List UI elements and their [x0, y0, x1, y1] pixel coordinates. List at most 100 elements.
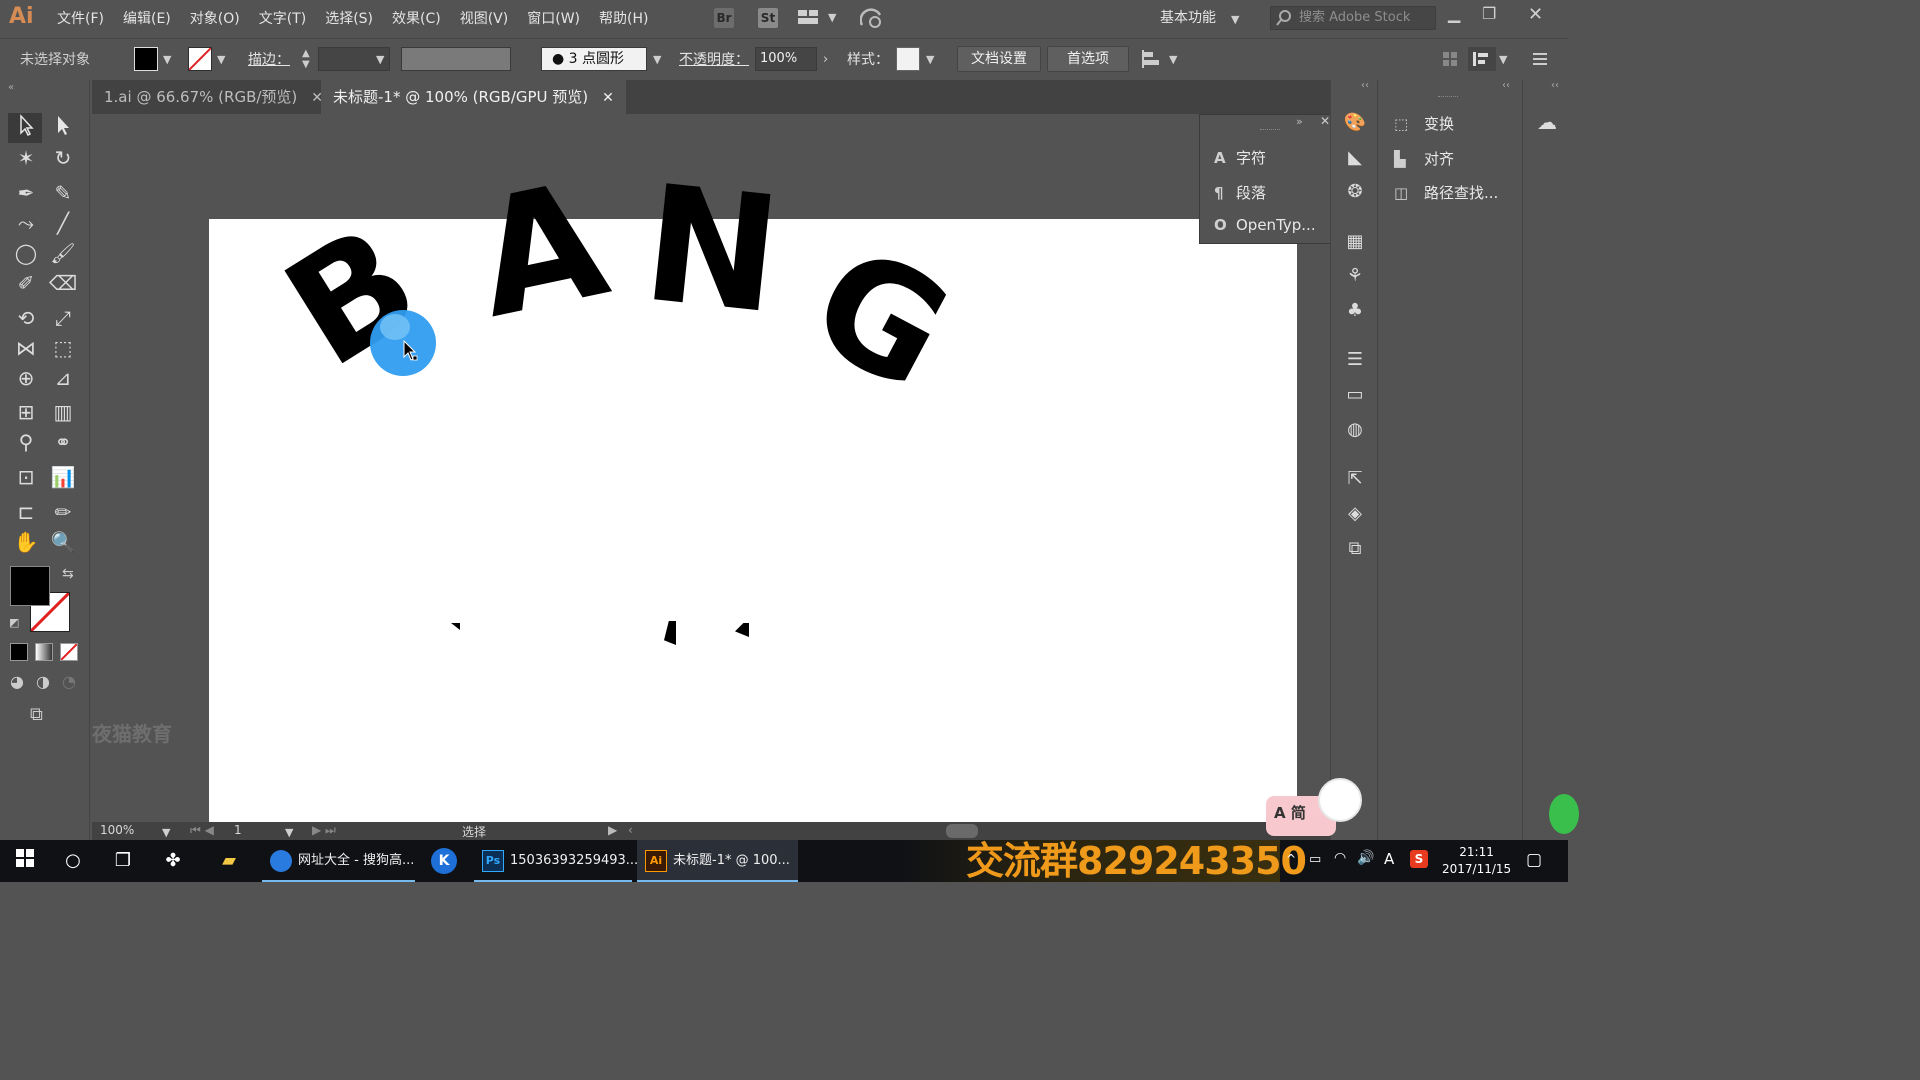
scroll-left-icon[interactable]: ‹ [628, 823, 633, 837]
lasso-tool-icon[interactable]: ↻ [48, 144, 78, 172]
rotate-tool-icon[interactable]: ⟲ [11, 304, 41, 332]
last-artboard-icon[interactable]: ▶ ⏭ [312, 823, 336, 838]
arrange-icon[interactable] [1468, 47, 1496, 71]
draw-behind-icon[interactable]: ◑ [36, 672, 50, 691]
menu-window[interactable]: 窗口(W) [527, 8, 580, 28]
swap-colors-icon[interactable]: ⇆ [62, 566, 74, 582]
default-colors-icon[interactable]: ◩ [9, 616, 19, 629]
creative-cloud-libraries-icon[interactable]: ☁ [1533, 110, 1561, 138]
chevron-down-icon[interactable]: ▼ [1231, 13, 1239, 26]
network-speed-badge[interactable] [1549, 794, 1579, 834]
gradient-mode-icon[interactable] [35, 643, 53, 661]
bridge-icon[interactable]: Br [714, 8, 734, 28]
width-tool-icon[interactable]: ⋈ [11, 334, 41, 362]
collapse-icon[interactable]: ‹‹ [1502, 80, 1510, 91]
zoom-level[interactable]: 100% [100, 823, 134, 837]
close-panel-icon[interactable]: ✕ [1320, 114, 1330, 128]
scale-tool-icon[interactable]: ⤢ [48, 304, 78, 332]
layers-icon[interactable]: ◈ [1343, 502, 1367, 526]
minimize-icon[interactable]: ▁ [1448, 4, 1460, 23]
chevron-down-icon[interactable]: ▼ [828, 11, 836, 24]
taskbar-app-illustrator[interactable]: Ai 未标题-1* @ 100... [637, 840, 798, 882]
align-selection-icon[interactable] [1141, 49, 1163, 69]
gradient-panel-icon[interactable]: ▭ [1343, 383, 1367, 407]
transparency-icon[interactable]: ◍ [1343, 418, 1367, 442]
task-view-icon[interactable]: ❐ [110, 848, 136, 874]
shaper-tool-icon[interactable]: ✐ [11, 269, 41, 297]
artboards-panel-icon[interactable]: ⧉ [1343, 537, 1367, 561]
slice-tool-icon[interactable]: ✏ [48, 498, 78, 526]
taskbar-app-sogou-browser[interactable]: 网址大全 - 搜狗高... [262, 840, 415, 882]
stock-icon[interactable]: St [758, 8, 778, 28]
menu-file[interactable]: 文件(F) [57, 8, 104, 28]
cortana-search-icon[interactable]: ○ [60, 848, 86, 874]
color-themes-icon[interactable]: ❂ [1343, 180, 1367, 204]
direct-selection-tool-icon[interactable] [48, 114, 78, 142]
stroke-panel-icon[interactable]: ☰ [1343, 348, 1367, 372]
blend-tool-icon[interactable]: ⚭ [48, 428, 78, 456]
horizontal-scrollbar[interactable] [946, 824, 978, 838]
path-fragment[interactable] [664, 621, 676, 645]
grid-view-icon[interactable] [1442, 51, 1458, 67]
art-letter-n[interactable]: N [636, 150, 789, 350]
action-center-icon[interactable]: ▢ [1526, 850, 1542, 870]
show-hidden-icons-icon[interactable]: ^ [1286, 852, 1296, 866]
expand-panel-icon[interactable]: » [1296, 115, 1303, 128]
chevron-right-icon[interactable]: › [823, 52, 828, 67]
opentype-panel-item[interactable]: O OpenTyp... [1214, 216, 1316, 234]
close-icon[interactable]: ✕ [1528, 4, 1543, 25]
perspective-grid-tool-icon[interactable]: ⊿ [48, 364, 78, 392]
line-tool-icon[interactable]: ╱ [48, 209, 78, 237]
menu-help[interactable]: 帮助(H) [599, 8, 648, 28]
artboard-tool-icon[interactable]: ⊏ [11, 498, 41, 526]
pinwheel-app-icon[interactable]: ✤ [160, 848, 186, 874]
swatches-icon[interactable]: ▦ [1343, 230, 1367, 254]
first-artboard-icon[interactable]: ⏮ ◀ [190, 823, 214, 838]
hand-tool-icon[interactable]: ✋ [11, 528, 41, 556]
sogou-ime-icon[interactable]: S [1410, 850, 1428, 868]
menu-view[interactable]: 视图(V) [460, 8, 509, 28]
none-mode-icon[interactable] [60, 643, 78, 661]
close-tab-icon[interactable]: ✕ [602, 90, 614, 106]
system-clock[interactable]: 21:11 2017/11/15 [1442, 844, 1511, 878]
type-tool-icon[interactable]: ⤳ [11, 209, 41, 237]
path-fragment[interactable] [735, 623, 749, 637]
selection-tool-icon[interactable] [11, 114, 41, 142]
document-setup-button[interactable]: 文档设置 [957, 46, 1041, 72]
symbol-sprayer-tool-icon[interactable]: ⊡ [11, 463, 41, 491]
free-transform-tool-icon[interactable]: ⬚ [48, 334, 78, 362]
gradient-tool-icon[interactable]: ▥ [48, 398, 78, 426]
menu-object[interactable]: 对象(O) [190, 8, 240, 28]
chevron-down-icon[interactable]: ▼ [1499, 53, 1507, 66]
windows-start-icon[interactable] [12, 848, 38, 874]
align-panel-item[interactable]: ▙ 对齐 [1394, 148, 1454, 169]
mesh-tool-icon[interactable]: ⊞ [11, 398, 41, 426]
variable-width-profile[interactable] [401, 47, 511, 71]
paragraph-panel-item[interactable]: ¶ 段落 [1214, 182, 1266, 203]
canvas-area[interactable]: B A N G 夜猫教育 [92, 114, 1310, 822]
chevron-down-icon[interactable]: ▼ [926, 53, 934, 66]
volume-icon[interactable]: 🔊 [1357, 850, 1374, 866]
paintbrush-tool-icon[interactable]: 🖌 [48, 239, 78, 267]
collapse-icon[interactable]: ‹‹ [1361, 80, 1369, 91]
curvature-tool-icon[interactable]: ✎ [48, 179, 78, 207]
draw-normal-icon[interactable]: ◕ [10, 672, 24, 691]
panel-grip[interactable] [1260, 129, 1280, 132]
menu-effect[interactable]: 效果(C) [392, 8, 441, 28]
style-swatch[interactable] [896, 47, 920, 71]
screen-mode-icon[interactable]: ⧉ [30, 704, 43, 725]
shape-builder-tool-icon[interactable]: ⊕ [11, 364, 41, 392]
menu-select[interactable]: 选择(S) [325, 8, 373, 28]
fill-swatch[interactable] [134, 47, 158, 71]
chevron-down-icon[interactable]: ▼ [217, 53, 225, 66]
wifi-icon[interactable]: ◠ [1334, 850, 1346, 866]
zoom-tool-icon[interactable]: 🔍 [48, 528, 78, 556]
eyedropper-tool-icon[interactable]: ⚲ [11, 428, 41, 456]
chevron-down-icon[interactable]: ▼ [376, 53, 384, 66]
ime-indicator[interactable]: A [1384, 850, 1394, 868]
fill-color-box[interactable] [10, 566, 50, 606]
export-icon[interactable]: ⇱ [1343, 467, 1367, 491]
stock-search-input[interactable]: 搜索 Adobe Stock [1270, 6, 1436, 30]
pen-tool-icon[interactable]: ✒ [11, 179, 41, 207]
chevron-down-icon[interactable]: ▼ [1169, 53, 1177, 66]
